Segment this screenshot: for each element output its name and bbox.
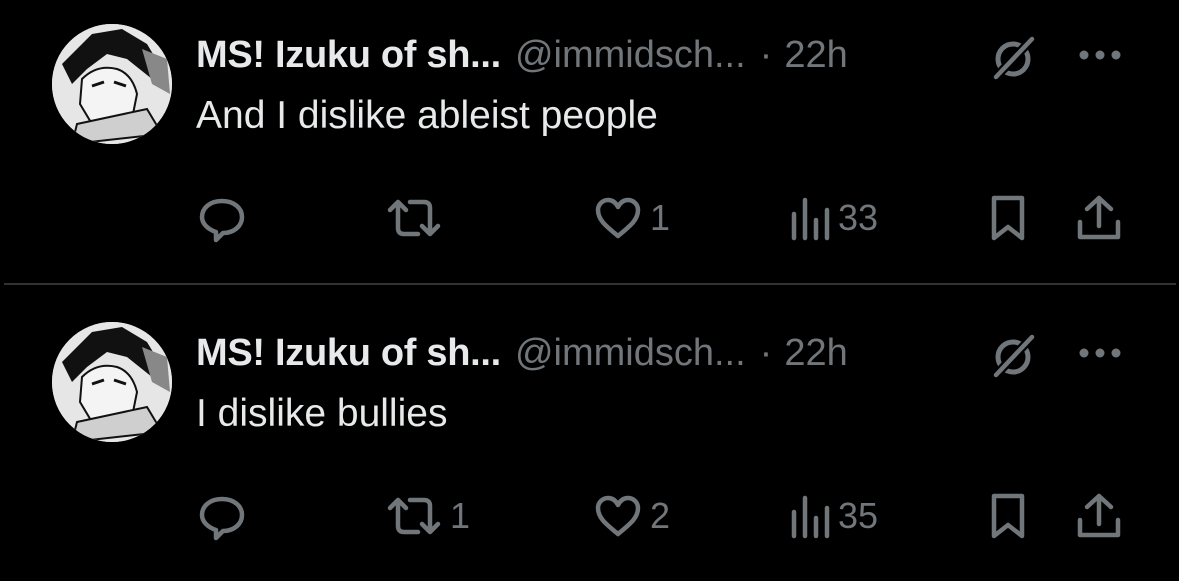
share-icon [1077, 493, 1121, 538]
heart-icon [595, 197, 641, 239]
avatar[interactable] [52, 322, 172, 442]
share-icon [1077, 195, 1121, 240]
view-count: 33 [838, 197, 879, 238]
views-button[interactable]: 33 [788, 190, 878, 246]
post-time[interactable]: 22h [784, 34, 847, 77]
views-button[interactable]: 35 [788, 488, 878, 544]
share-button[interactable] [1074, 190, 1124, 246]
post[interactable]: MS! Izuku of sh... @immidsch... · 22h I … [0, 298, 1179, 581]
repost-button[interactable]: 1 [384, 488, 470, 544]
grok-button[interactable] [985, 328, 1041, 384]
post-header: MS! Izuku of sh... @immidsch... · 22h [196, 30, 848, 80]
author-name[interactable]: MS! Izuku of sh... [196, 34, 501, 77]
repost-count: 1 [450, 495, 471, 536]
post-time[interactable]: 22h [784, 332, 847, 375]
like-button[interactable]: 1 [592, 190, 670, 246]
views-icon [791, 495, 830, 539]
bookmark-button[interactable] [986, 488, 1030, 544]
avatar[interactable] [52, 24, 172, 144]
post-divider [4, 283, 1176, 285]
action-bar: 1 33 [196, 190, 1136, 246]
separator-dot: · [759, 33, 773, 76]
repost-button[interactable] [384, 190, 450, 246]
post[interactable]: MS! Izuku of sh... @immidsch... · 22h An… [0, 0, 1179, 283]
separator-dot: · [759, 331, 773, 374]
author-handle[interactable]: @immidsch... [515, 332, 746, 375]
share-button[interactable] [1074, 488, 1124, 544]
view-count: 35 [838, 495, 879, 536]
action-bar: 1 2 35 [196, 488, 1136, 544]
post-text: And I dislike ableist people [196, 94, 658, 137]
more-button[interactable] [1070, 328, 1130, 378]
more-icon [1079, 348, 1121, 358]
views-icon [791, 197, 830, 241]
post-text: I dislike bullies [196, 392, 448, 435]
bookmark-button[interactable] [986, 190, 1030, 246]
grok-icon [992, 35, 1036, 81]
like-button[interactable]: 2 [592, 488, 670, 544]
author-handle[interactable]: @immidsch... [515, 34, 746, 77]
heart-icon [595, 495, 641, 537]
reply-icon [199, 198, 245, 243]
bookmark-icon [991, 493, 1025, 539]
bookmark-icon [991, 195, 1025, 241]
reply-button[interactable] [196, 190, 254, 246]
reply-icon [199, 496, 245, 541]
post-header: MS! Izuku of sh... @immidsch... · 22h [196, 328, 848, 378]
grok-icon [992, 333, 1036, 379]
repost-icon [387, 199, 441, 237]
grok-button[interactable] [985, 30, 1041, 86]
more-button[interactable] [1070, 30, 1130, 80]
reply-button[interactable] [196, 488, 254, 544]
repost-icon [387, 497, 441, 535]
like-count: 2 [650, 495, 671, 536]
more-icon [1079, 50, 1121, 60]
author-name[interactable]: MS! Izuku of sh... [196, 332, 501, 375]
like-count: 1 [650, 197, 671, 238]
